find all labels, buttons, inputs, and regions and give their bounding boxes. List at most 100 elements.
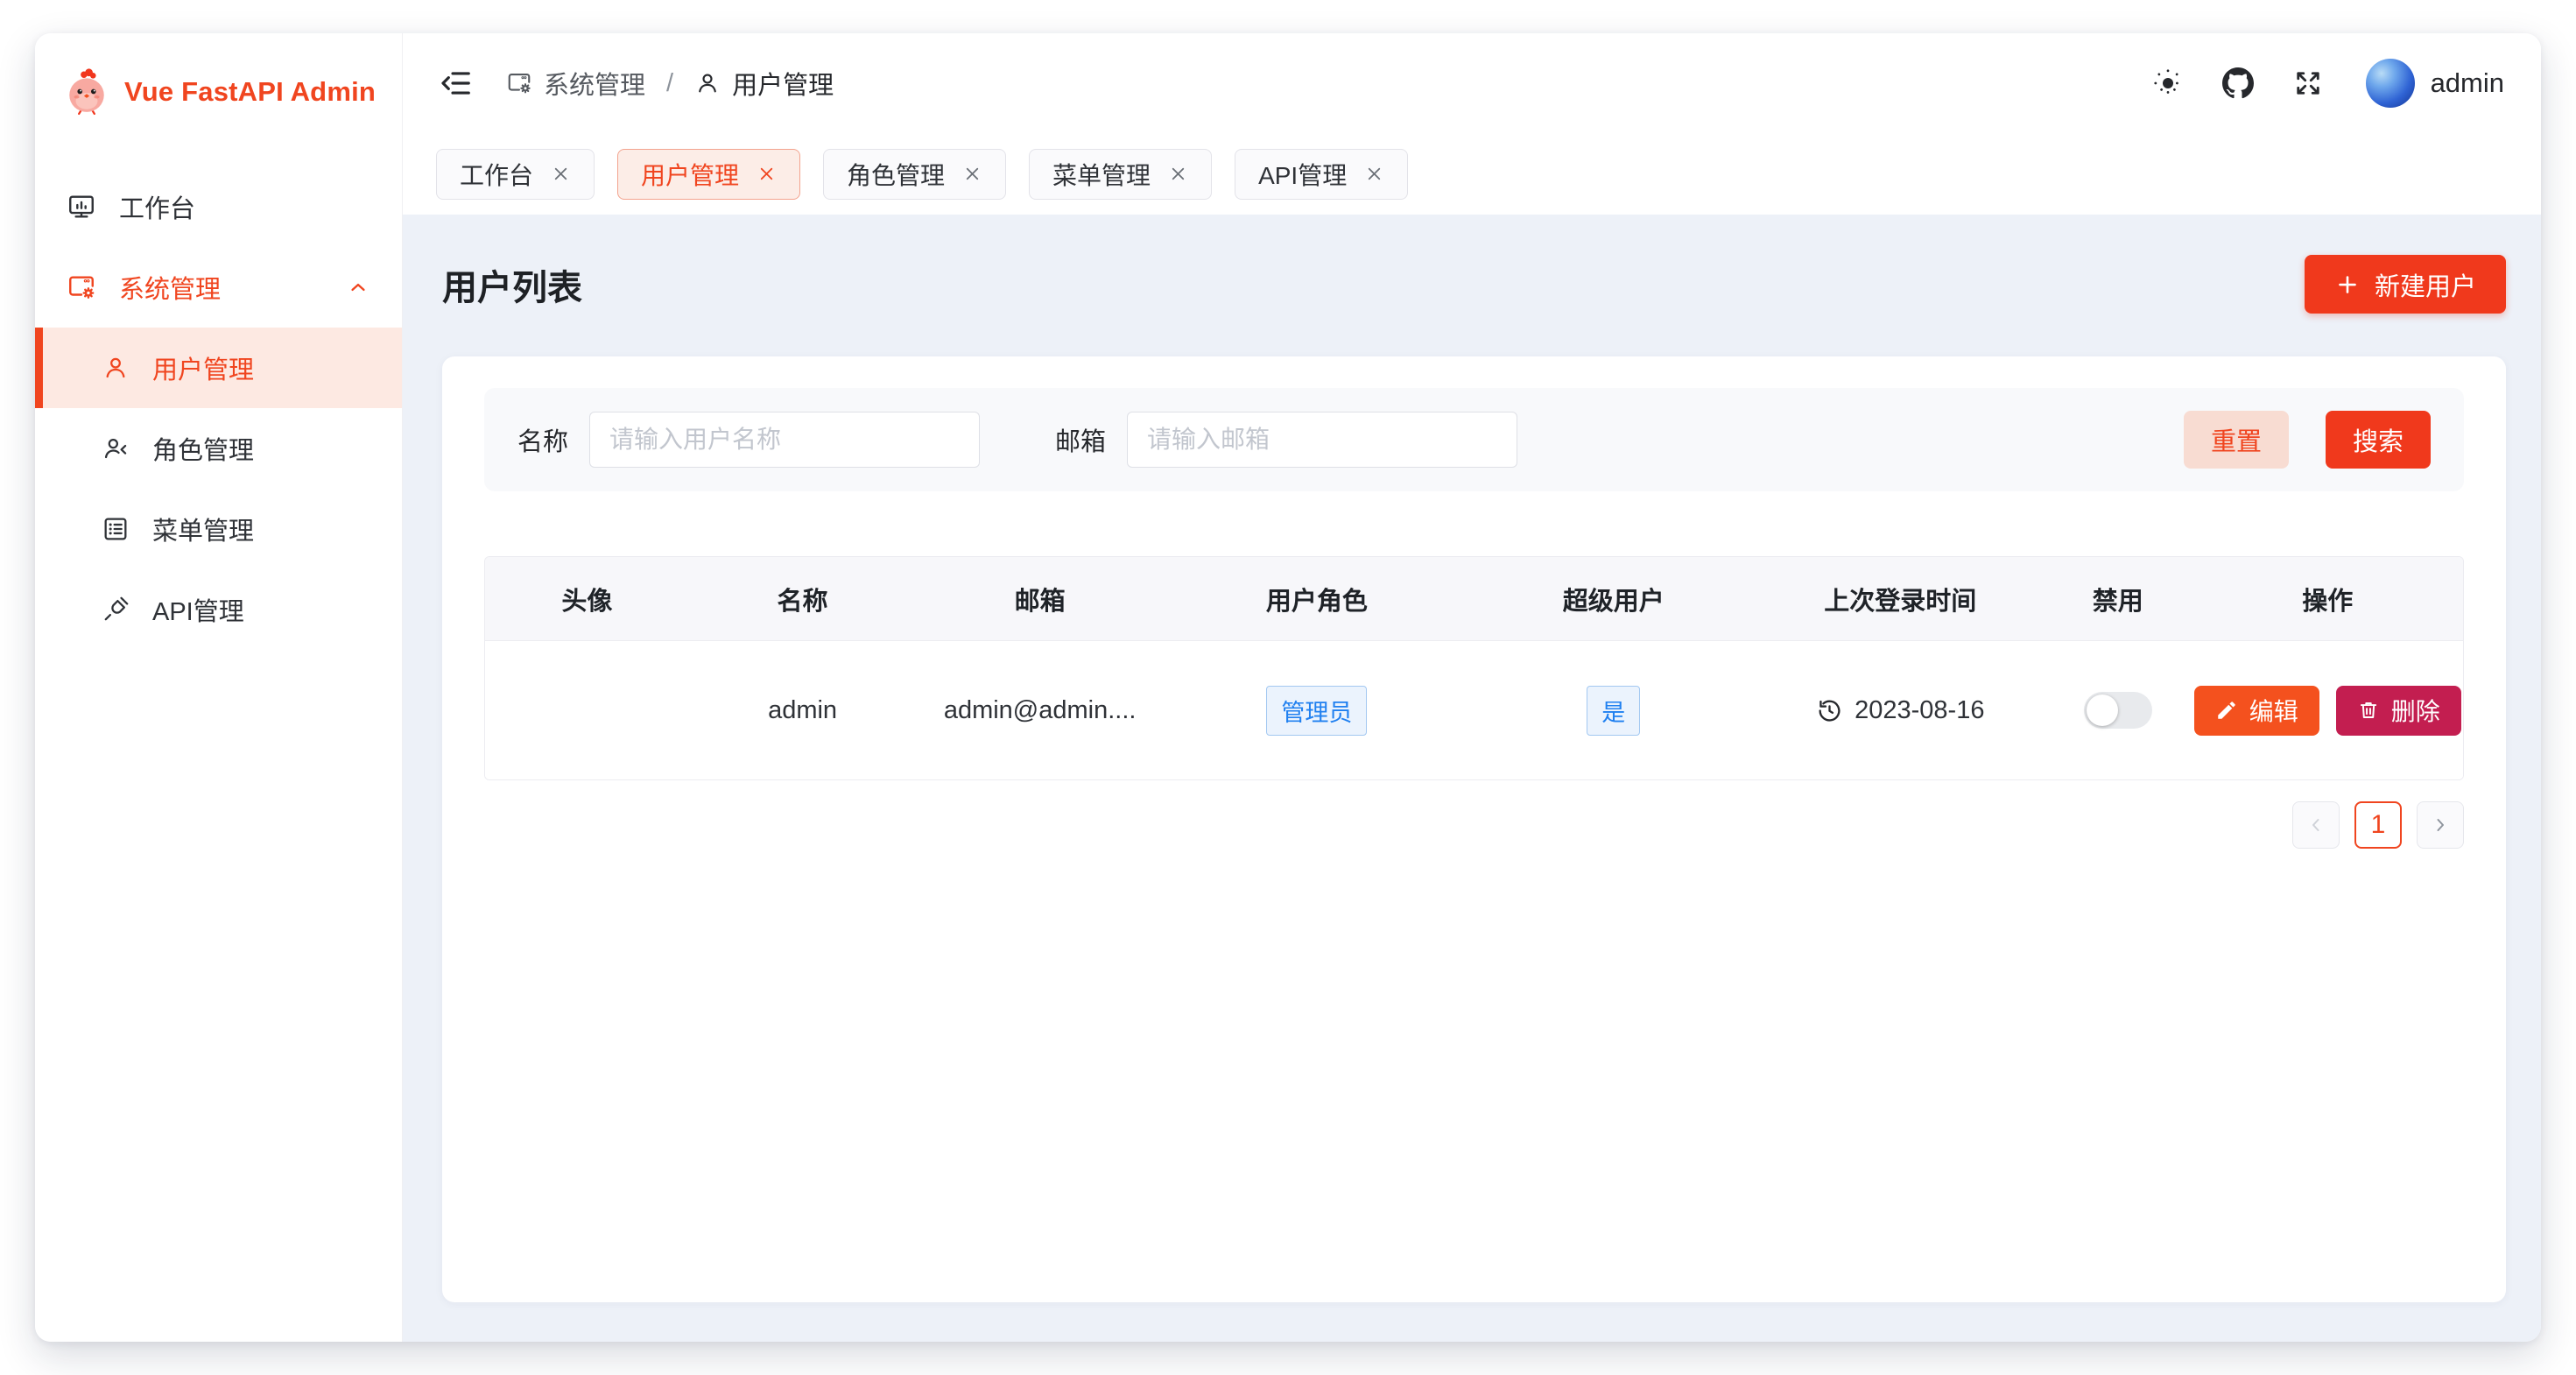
app-window: Vue FastAPI Admin 工作台 — [35, 33, 2541, 1342]
delete-button-label: 删除 — [2391, 693, 2440, 728]
column-header-superuser: 超级用户 — [1470, 581, 1757, 617]
sidebar-item-user-management[interactable]: 用户管理 — [35, 328, 402, 408]
app-title: Vue FastAPI Admin — [124, 76, 376, 108]
menu-list-icon — [102, 515, 130, 543]
username[interactable]: admin — [2431, 67, 2504, 99]
delete-button[interactable]: 删除 — [2336, 686, 2461, 736]
email-filter-label: 邮箱 — [1055, 421, 1106, 458]
tab-role-management[interactable]: 角色管理 — [823, 149, 1006, 200]
close-icon[interactable] — [551, 164, 571, 184]
tab-label: API管理 — [1258, 157, 1347, 192]
sidebar-item-role-management[interactable]: 角色管理 — [35, 408, 402, 489]
pencil-icon — [2215, 699, 2238, 722]
sidebar-item-label: API管理 — [152, 591, 244, 628]
name-filter-label: 名称 — [517, 421, 568, 458]
filter-bar: 名称 邮箱 重置 搜索 — [484, 388, 2464, 491]
name-filter-input[interactable] — [589, 412, 980, 468]
tab-user-management[interactable]: 用户管理 — [617, 149, 800, 200]
sidebar-collapse-button[interactable] — [440, 67, 473, 100]
tab-label: 工作台 — [460, 157, 533, 192]
role-icon — [102, 434, 130, 462]
chevron-up-icon — [346, 275, 370, 300]
column-header-name: 名称 — [689, 581, 917, 617]
edit-button-label: 编辑 — [2249, 693, 2298, 728]
page-content: 用户列表 新建用户 名称 邮箱 重置 搜索 — [403, 215, 2541, 1342]
sidebar-item-system[interactable]: 系统管理 — [35, 247, 402, 328]
breadcrumb-item-users[interactable]: 用户管理 — [694, 65, 834, 102]
name-cell: admin — [689, 696, 917, 725]
breadcrumb: 系统管理 / 用户管理 — [506, 65, 834, 102]
api-plug-icon — [102, 596, 130, 624]
column-header-role: 用户角色 — [1164, 581, 1470, 617]
sidebar-item-label: 角色管理 — [152, 430, 254, 467]
fullscreen-icon[interactable] — [2292, 67, 2324, 99]
column-header-last-login: 上次登录时间 — [1757, 581, 2045, 617]
superuser-tag: 是 — [1587, 686, 1640, 736]
user-avatar[interactable] — [2366, 59, 2415, 108]
breadcrumb-label: 系统管理 — [544, 65, 645, 102]
last-login-cell: 2023-08-16 — [1757, 696, 2045, 725]
chevron-left-icon — [2305, 814, 2326, 836]
user-icon — [102, 354, 130, 382]
edit-button[interactable]: 编辑 — [2194, 686, 2319, 736]
disabled-toggle[interactable] — [2084, 692, 2152, 729]
breadcrumb-label: 用户管理 — [732, 65, 834, 102]
plus-icon — [2334, 271, 2361, 298]
tab-api-management[interactable]: API管理 — [1235, 149, 1408, 200]
pagination-next-button[interactable] — [2417, 801, 2464, 849]
system-settings-icon — [67, 272, 96, 302]
breadcrumb-item-system[interactable]: 系统管理 — [506, 65, 645, 102]
main-area: 系统管理 / 用户管理 — [403, 33, 2541, 1342]
history-clock-icon — [1816, 697, 1843, 724]
email-filter-input[interactable] — [1127, 412, 1517, 468]
tab-menu-management[interactable]: 菜单管理 — [1029, 149, 1212, 200]
table-row: admin admin@admin.... 管理员 是 — [485, 641, 2463, 779]
system-settings-icon — [506, 70, 532, 96]
pagination-prev-button[interactable] — [2292, 801, 2340, 849]
column-header-avatar: 头像 — [485, 581, 689, 617]
actions-cell: 编辑 删除 — [2192, 686, 2462, 736]
sidebar-item-label: 菜单管理 — [152, 511, 254, 547]
sidebar-item-label: 工作台 — [119, 188, 195, 225]
table-header-row: 头像 名称 邮箱 用户角色 超级用户 上次登录时间 禁用 操作 — [485, 557, 2463, 641]
close-icon[interactable] — [757, 164, 777, 184]
theme-sun-icon[interactable] — [2152, 67, 2184, 99]
github-icon[interactable] — [2222, 67, 2254, 99]
breadcrumb-separator: / — [666, 69, 673, 98]
app-logo[interactable]: Vue FastAPI Admin — [35, 68, 402, 116]
toggle-knob — [2087, 695, 2118, 726]
chicken-logo-icon — [65, 68, 109, 116]
sidebar-item-workbench[interactable]: 工作台 — [35, 166, 402, 247]
close-icon[interactable] — [962, 164, 982, 184]
new-user-button[interactable]: 新建用户 — [2305, 255, 2506, 314]
column-header-email: 邮箱 — [916, 581, 1163, 617]
disabled-cell — [2044, 692, 2192, 729]
pagination-page-1[interactable]: 1 — [2354, 801, 2402, 849]
column-header-actions: 操作 — [2192, 581, 2462, 617]
tab-bar: 工作台 用户管理 角色管理 菜单管理 — [403, 133, 2541, 215]
header: 系统管理 / 用户管理 — [403, 33, 2541, 133]
trash-icon — [2357, 699, 2380, 722]
sidebar-item-label: 系统管理 — [119, 269, 221, 306]
email-cell: admin@admin.... — [916, 696, 1163, 725]
reset-button[interactable]: 重置 — [2184, 411, 2289, 469]
page-head: 用户列表 新建用户 — [442, 255, 2506, 314]
last-login-value: 2023-08-16 — [1855, 696, 1984, 725]
user-list-card: 名称 邮箱 重置 搜索 头像 名称 邮箱 用户角色 超级用户 上次登录时间 — [442, 356, 2506, 1302]
close-icon[interactable] — [1364, 164, 1384, 184]
role-tag: 管理员 — [1266, 686, 1367, 736]
sidebar-menu: 工作台 系统管理 — [35, 166, 402, 650]
tab-label: 角色管理 — [847, 157, 945, 192]
sidebar-item-menu-management[interactable]: 菜单管理 — [35, 489, 402, 569]
search-button[interactable]: 搜索 — [2326, 411, 2431, 469]
column-header-disabled: 禁用 — [2044, 581, 2192, 617]
tab-label: 用户管理 — [641, 157, 739, 192]
close-icon[interactable] — [1168, 164, 1188, 184]
tab-label: 菜单管理 — [1052, 157, 1151, 192]
tab-workbench[interactable]: 工作台 — [436, 149, 595, 200]
sidebar-item-api-management[interactable]: API管理 — [35, 569, 402, 650]
role-cell: 管理员 — [1164, 686, 1470, 736]
chevron-right-icon — [2430, 814, 2451, 836]
superuser-cell: 是 — [1470, 686, 1757, 736]
pagination: 1 — [484, 801, 2464, 849]
